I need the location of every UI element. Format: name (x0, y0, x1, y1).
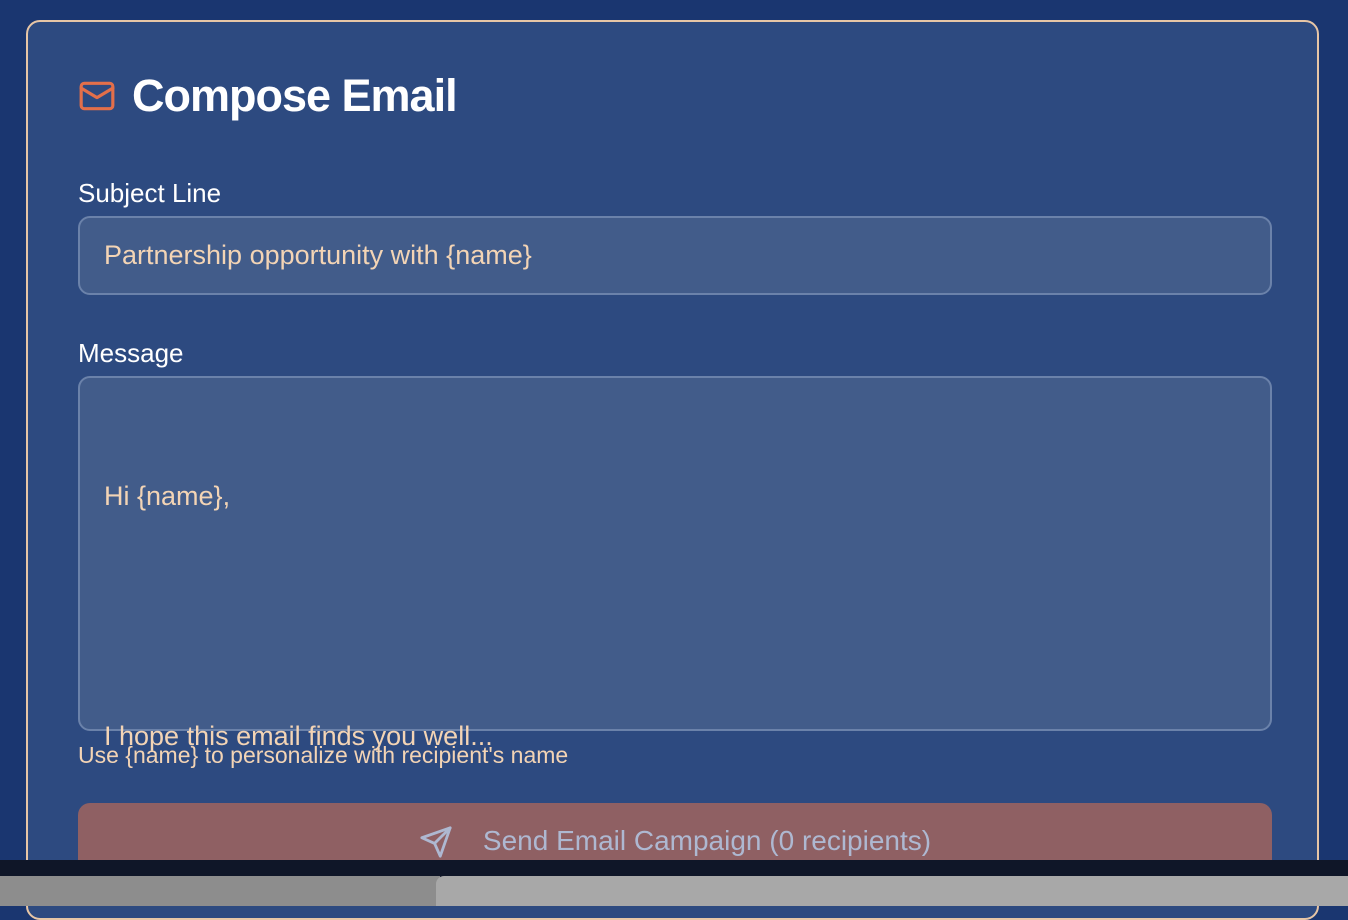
compose-email-card: Compose Email Subject Line Message Hi {n… (26, 20, 1319, 920)
taskbar (0, 860, 1348, 906)
page-title: Compose Email (132, 70, 458, 121)
compose-header: Compose Email (78, 70, 458, 121)
personalization-hint: Use {name} to personalize with recipient… (78, 742, 569, 768)
message-label: Message (78, 338, 184, 368)
resize-handle-icon[interactable] (1252, 711, 1266, 820)
message-textarea[interactable]: Hi {name}, I hope this email finds you w… (78, 376, 1272, 820)
dock-region-right (436, 876, 1348, 906)
subject-input[interactable] (78, 216, 1272, 295)
message-line: Hi {name}, (104, 481, 231, 511)
subject-label: Subject Line (78, 178, 222, 208)
dock-region-left (0, 876, 440, 906)
send-button-label: Send Email Campaign (0 recipients) (482, 825, 932, 856)
message-line (104, 596, 1246, 636)
mail-icon (78, 77, 116, 115)
send-icon (419, 825, 453, 859)
